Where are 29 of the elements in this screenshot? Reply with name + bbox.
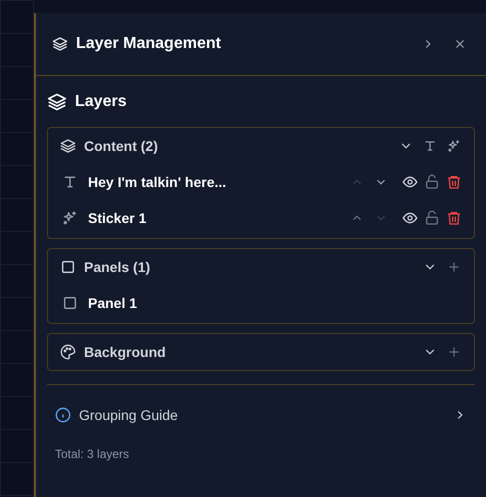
lock-button[interactable] xyxy=(424,210,440,226)
lock-button[interactable] xyxy=(424,174,440,190)
plus-icon[interactable] xyxy=(447,345,461,359)
square-icon xyxy=(62,295,78,311)
group-label: Content (2) xyxy=(84,136,158,156)
layer-count: Total: 3 layers xyxy=(54,446,130,463)
square-icon xyxy=(60,259,76,275)
layers-icon xyxy=(52,36,68,52)
delete-button[interactable] xyxy=(446,174,462,190)
layer-item[interactable]: Sticker 1 xyxy=(60,200,462,236)
visibility-button[interactable] xyxy=(402,174,418,190)
palette-icon xyxy=(60,344,76,360)
section-title: Layers xyxy=(75,92,127,112)
layer-item[interactable]: Hey I'm talkin' here... xyxy=(60,164,462,200)
plus-icon[interactable] xyxy=(447,260,461,274)
group-label: Background xyxy=(84,342,166,362)
delete-button[interactable] xyxy=(446,210,462,226)
layers-icon xyxy=(60,138,76,154)
text-icon xyxy=(62,174,78,190)
info-icon xyxy=(55,407,71,423)
sparkle-icon xyxy=(62,210,78,226)
group-label: Panels (1) xyxy=(84,258,150,277)
sparkle-icon[interactable] xyxy=(447,139,461,153)
visibility-button[interactable] xyxy=(402,210,418,226)
text-icon[interactable] xyxy=(423,139,437,153)
grouping-guide-button[interactable]: Grouping Guide xyxy=(47,385,475,445)
layer-item[interactable]: Panel 1 xyxy=(60,285,462,321)
panel-title: Layer Management xyxy=(76,34,221,54)
layers-icon xyxy=(47,92,67,112)
